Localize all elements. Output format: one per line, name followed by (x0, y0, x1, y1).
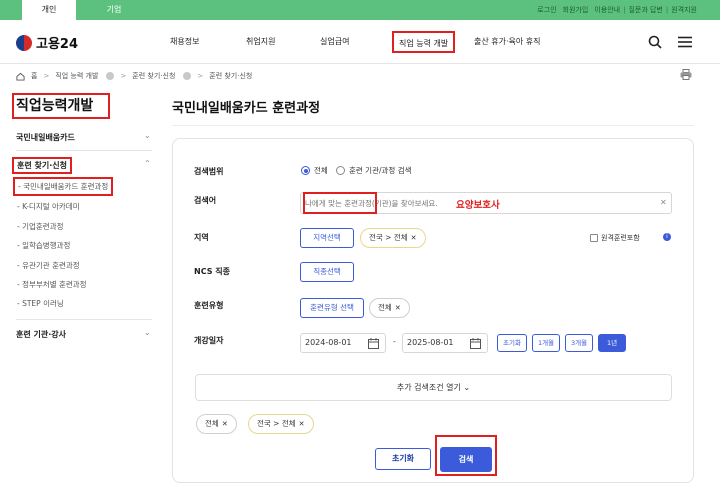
search-button[interactable]: 검색 (440, 447, 492, 472)
logo-mark-icon (16, 34, 32, 51)
sidebar-subitem-government[interactable]: - 정부부처별 훈련과정 (17, 279, 87, 290)
scope-label: 검색범위 (194, 167, 224, 176)
chevron-right-icon: > (120, 72, 127, 80)
tab-personal[interactable]: 개인 (22, 0, 76, 20)
date-separator: - (393, 337, 396, 346)
keyword-label: 검색어 (194, 196, 217, 205)
keyword-highlight (303, 192, 377, 214)
close-icon[interactable]: ✕ (299, 420, 305, 428)
breadcrumb-home[interactable]: 홈 (31, 71, 37, 81)
calendar-icon[interactable] (470, 338, 481, 349)
nav-unemployment-benefits[interactable]: 실업급여 (320, 20, 349, 64)
nav-parental-leave[interactable]: 출산 휴가·육아 휴직 (474, 20, 541, 64)
close-icon[interactable]: ✕ (222, 420, 228, 428)
radio-checked-icon (301, 166, 310, 175)
login-link[interactable]: 로그인 (534, 0, 559, 20)
divider (172, 125, 694, 126)
page-title: 국민내일배움카드 훈련과정 (172, 101, 321, 116)
nav-vocational-training[interactable]: 직업 능력 개발 (392, 31, 456, 53)
chevron-down-icon: ⌄ (463, 383, 471, 392)
region-select-button[interactable]: 지역선택 (300, 228, 354, 248)
sidebar-title: 직업능력개발 (12, 93, 110, 119)
clear-icon[interactable]: ✕ (660, 198, 667, 207)
chevron-up-icon[interactable]: ⌃ (144, 159, 151, 168)
breadcrumb-current: 훈련 찾기·신청 (209, 72, 253, 80)
sidebar-subitem-related-agency[interactable]: - 유관기관 훈련과정 (17, 260, 80, 271)
training-type-button[interactable]: 훈련유형 선택 (300, 298, 364, 318)
chevron-right-icon: > (197, 72, 204, 80)
training-type-label: 훈련유형 (194, 301, 224, 310)
sidebar-subitem-step[interactable]: - STEP 이러닝 (17, 298, 64, 309)
reset-button[interactable]: 초기화 (375, 448, 431, 470)
home-icon (16, 72, 25, 81)
signup-link[interactable]: 회원가입 (560, 0, 592, 20)
menu-icon[interactable] (678, 35, 692, 49)
start-date-label: 개강일자 (194, 336, 224, 345)
more-conditions-toggle[interactable]: 추가 검색조건 열기 ⌄ (195, 374, 672, 401)
breadcrumb-vocational[interactable]: 직업 능력 개발 (55, 71, 98, 81)
training-type-chip[interactable]: 전체 ✕ (369, 298, 410, 318)
selected-chip-type[interactable]: 전체 ✕ (196, 414, 237, 434)
dropdown-dot-icon[interactable] (106, 72, 115, 80)
period-1year-button[interactable]: 1년 (598, 334, 626, 352)
close-icon[interactable]: ✕ (411, 234, 417, 242)
header: 고용24 채용정보 취업지원 실업급여 직업 능력 개발 출산 휴가·육아 휴직 (0, 20, 720, 64)
dropdown-dot-icon[interactable] (183, 72, 192, 80)
logo-text: 고용24 (36, 37, 79, 52)
chevron-down-icon[interactable]: ⌄ (144, 131, 151, 140)
divider (16, 150, 152, 151)
region-label: 지역 (194, 233, 209, 242)
chevron-right-icon: > (43, 72, 50, 80)
search-icon[interactable] (648, 35, 662, 49)
period-1month-button[interactable]: 1개월 (532, 334, 560, 352)
calendar-icon[interactable] (368, 338, 379, 349)
remote-training-checkbox[interactable]: 원격훈련포함 (590, 233, 640, 243)
close-icon[interactable]: ✕ (395, 304, 401, 312)
sidebar-subitem-work-study[interactable]: - 일학습병행과정 (17, 240, 70, 251)
sidebar-subitem-k-digital[interactable]: - K-디지털 아카데미 (17, 201, 80, 212)
region-chip[interactable]: 전국 > 전체 ✕ (360, 228, 426, 248)
qna-link[interactable]: 질문과 답변 (625, 0, 665, 20)
nav-jobs[interactable]: 채용정보 (170, 20, 199, 64)
guide-link[interactable]: 이용안내 (591, 0, 623, 20)
scope-radio-institution[interactable]: 훈련 기관/과정 검색 (336, 165, 412, 176)
start-date-input[interactable]: 2024-08-01 (300, 333, 386, 353)
end-date-input[interactable]: 2025-08-01 (402, 333, 488, 353)
sidebar-subitem-company[interactable]: - 기업훈련과정 (17, 221, 64, 232)
selected-chip-region[interactable]: 전국 > 전체 ✕ (248, 414, 314, 434)
nav-employment-support[interactable]: 취업지원 (246, 20, 275, 64)
remote-support-link[interactable]: 원격지원 (668, 0, 700, 20)
sidebar-item-training-search[interactable]: 훈련 찾기·신청 (12, 157, 72, 174)
checkbox-icon (590, 234, 598, 242)
sidebar-item-card[interactable]: 국민내일배움카드 (16, 132, 75, 143)
top-bar: 개인 기업 로그인 회원가입 이용안내 | 질문과 답변 | 원격지원 (0, 0, 720, 20)
ncs-label: NCS 직종 (194, 267, 230, 276)
info-icon[interactable]: i (663, 233, 671, 241)
period-3month-button[interactable]: 3개월 (565, 334, 593, 352)
tab-business[interactable]: 기업 (88, 0, 140, 20)
ncs-select-button[interactable]: 직종선택 (300, 262, 354, 282)
sidebar-subitem-card-course[interactable]: - 국민내일배움카드 훈련과정 (13, 177, 114, 196)
breadcrumb: 홈 > 직업 능력 개발 > 훈련 찾기·신청 > 훈련 찾기·신청 (16, 69, 252, 83)
scope-radio-all[interactable]: 전체 (301, 165, 328, 176)
divider (16, 319, 152, 320)
chevron-down-icon[interactable]: ⌄ (144, 328, 151, 337)
print-icon[interactable] (680, 69, 692, 80)
utility-links: 로그인 회원가입 이용안내 | 질문과 답변 | 원격지원 (534, 0, 700, 20)
period-reset-button[interactable]: 초기화 (497, 334, 527, 352)
sidebar-item-institution[interactable]: 훈련 기관·강사 (16, 329, 66, 340)
radio-unchecked-icon (336, 166, 345, 175)
breadcrumb-training-search[interactable]: 훈련 찾기·신청 (132, 71, 175, 81)
site-logo[interactable]: 고용24 (16, 33, 78, 52)
keyword-value: 요양보호사 (456, 200, 500, 211)
